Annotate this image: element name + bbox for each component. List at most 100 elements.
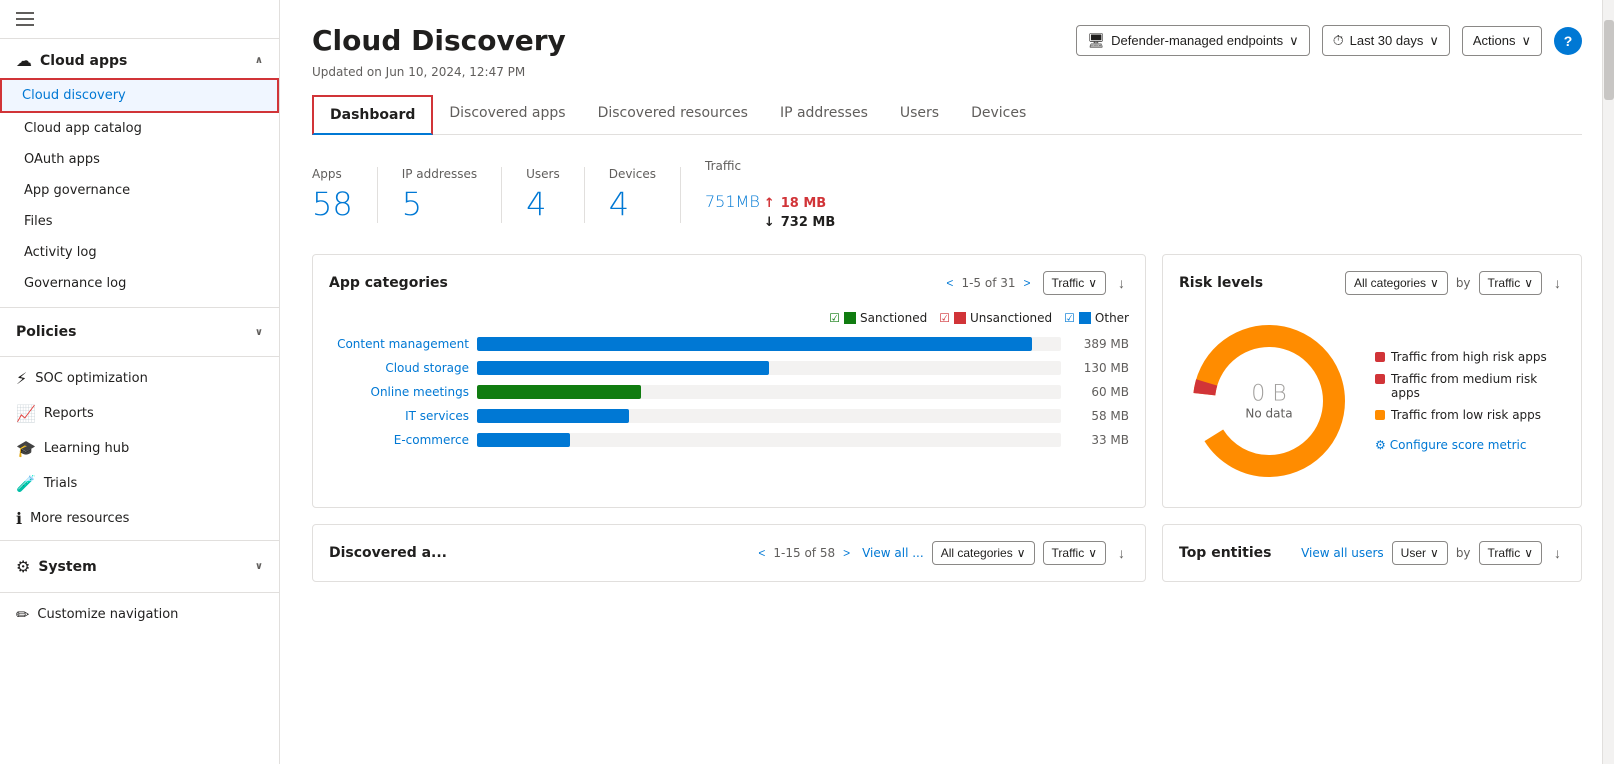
sidebar-item-customize-navigation[interactable]: ✏ Customize navigation [0, 597, 279, 640]
tab-ip-addresses[interactable]: IP addresses [764, 95, 884, 134]
soc-optimization-icon: ⚡ [16, 369, 27, 388]
risk-levels-by-filter[interactable]: Traffic ∨ [1479, 271, 1542, 295]
pagination-next-button[interactable]: > [1020, 274, 1035, 292]
bar-track-cloud-storage [477, 361, 1061, 375]
traffic-filter-chevron-icon: ∨ [1088, 276, 1097, 290]
right-scrollbar[interactable] [1602, 0, 1614, 764]
top-entities-download-button[interactable]: ↓ [1550, 541, 1565, 565]
sidebar-item-reports[interactable]: 📈 Reports [0, 396, 279, 431]
stat-devices-value: 4 [609, 185, 656, 223]
bar-label-it-services[interactable]: IT services [329, 409, 469, 423]
app-categories-download-button[interactable]: ↓ [1114, 271, 1129, 295]
learning-hub-icon: 🎓 [16, 439, 36, 458]
time-range-button[interactable]: ⏱ Last 30 days ∨ [1322, 25, 1450, 56]
trials-label: Trials [44, 476, 77, 491]
discovered-apps-view-all-link[interactable]: View all ... [862, 546, 924, 560]
discovered-apps-prev-button[interactable]: < [754, 544, 769, 562]
donut-center-value: 0 B [1245, 382, 1292, 407]
sidebar-item-governance-log[interactable]: Governance log [0, 268, 279, 299]
tab-discovered-apps[interactable]: Discovered apps [433, 95, 581, 134]
risk-levels-download-button[interactable]: ↓ [1550, 271, 1565, 295]
tab-discovered-resources[interactable]: Discovered resources [582, 95, 764, 134]
bar-row-cloud-storage: Cloud storage 130 MB [329, 361, 1129, 375]
stat-ip-addresses: IP addresses 5 [378, 167, 502, 223]
customize-nav-icon: ✏ [16, 605, 29, 624]
cloud-apps-label: Cloud apps [40, 53, 127, 69]
actions-button[interactable]: Actions ∨ [1462, 26, 1542, 56]
system-icon: ⚙ [16, 557, 30, 576]
sidebar-item-more-resources[interactable]: ℹ More resources [0, 501, 279, 536]
sidebar-section-cloud-apps: ☁ Cloud apps ∧ Cloud discovery Cloud app… [0, 39, 279, 303]
stat-traffic-value: 751MB [705, 177, 760, 215]
bar-label-ecommerce[interactable]: E-commerce [329, 433, 469, 447]
sidebar-section-header-cloud-apps[interactable]: ☁ Cloud apps ∧ [0, 43, 279, 78]
bar-value-it-services: 58 MB [1069, 409, 1129, 423]
discovered-apps-title: Discovered a... [329, 545, 447, 561]
bar-row-it-services: IT services 58 MB [329, 409, 1129, 423]
stat-devices: Devices 4 [585, 167, 681, 223]
reports-label: Reports [44, 406, 94, 421]
last-updated-timestamp: Updated on Jun 10, 2024, 12:47 PM [312, 65, 1582, 79]
help-button[interactable]: ? [1554, 27, 1582, 55]
bar-row-content-management: Content management 389 MB [329, 337, 1129, 351]
discovered-apps-category-filter[interactable]: All categories ∨ [932, 541, 1035, 565]
stat-apps-value: 58 [312, 185, 353, 223]
hamburger-menu[interactable] [16, 12, 34, 26]
trials-icon: 🧪 [16, 474, 36, 493]
time-chevron-icon: ∨ [1429, 33, 1439, 49]
sidebar-header [0, 0, 279, 39]
configure-score-link[interactable]: ⚙ Configure score metric [1375, 438, 1565, 452]
pagination-prev-button[interactable]: < [942, 274, 957, 292]
scrollbar-thumb[interactable] [1604, 20, 1614, 100]
sanctioned-checkbox-icon: ☑ [829, 311, 840, 325]
donut-chart: 0 B No data [1179, 311, 1359, 491]
discovered-apps-download-button[interactable]: ↓ [1114, 541, 1129, 565]
sidebar-section-header-policies[interactable]: Policies ∨ [0, 316, 279, 348]
top-entities-view-all-link[interactable]: View all users [1301, 546, 1384, 560]
sidebar: ☁ Cloud apps ∧ Cloud discovery Cloud app… [0, 0, 280, 764]
risk-levels-category-filter[interactable]: All categories ∨ [1345, 271, 1448, 295]
app-categories-traffic-filter[interactable]: Traffic ∨ [1043, 271, 1106, 295]
sidebar-item-soc-optimization[interactable]: ⚡ SOC optimization [0, 361, 279, 396]
bar-label-cloud-storage[interactable]: Cloud storage [329, 361, 469, 375]
top-entities-title: Top entities [1179, 545, 1271, 561]
endpoint-selector-button[interactable]: 🖥 Defender-managed endpoints ∨ [1076, 25, 1309, 56]
stats-row: Apps 58 IP addresses 5 Users 4 Devices 4… [312, 159, 1582, 230]
bar-fill-online-meetings [477, 385, 641, 399]
risk-levels-title: Risk levels [1179, 275, 1263, 291]
cloud-apps-icon: ☁ [16, 51, 32, 70]
donut-container: 0 B No data Traffic from high risk apps … [1179, 311, 1565, 491]
sidebar-item-cloud-discovery[interactable]: Cloud discovery [0, 78, 279, 113]
sidebar-item-oauth-apps[interactable]: OAuth apps [0, 144, 279, 175]
sidebar-item-activity-log[interactable]: Activity log [0, 237, 279, 268]
app-categories-bar-chart: Content management 389 MB Cloud storage … [329, 337, 1129, 447]
discovered-apps-next-button[interactable]: > [839, 544, 854, 562]
sidebar-section-policies: Policies ∨ [0, 312, 279, 352]
page-title: Cloud Discovery [312, 24, 566, 57]
bar-label-online-meetings[interactable]: Online meetings [329, 385, 469, 399]
sidebar-main-items: ⚡ SOC optimization 📈 Reports 🎓 Learning … [0, 361, 279, 536]
sidebar-item-app-governance[interactable]: App governance [0, 175, 279, 206]
app-categories-header: App categories < 1-5 of 31 > Traffic ∨ ↓ [329, 271, 1129, 295]
main-content-area: Cloud Discovery 🖥 Defender-managed endpo… [280, 0, 1614, 764]
legend-low-risk: Traffic from low risk apps [1375, 408, 1565, 422]
sidebar-item-files[interactable]: Files [0, 206, 279, 237]
tab-dashboard[interactable]: Dashboard [312, 95, 433, 135]
discovered-apps-traffic-filter[interactable]: Traffic ∨ [1043, 541, 1106, 565]
sidebar-item-cloud-app-catalog[interactable]: Cloud app catalog [0, 113, 279, 144]
bar-label-content-management[interactable]: Content management [329, 337, 469, 351]
tab-devices[interactable]: Devices [955, 95, 1042, 134]
donut-center: 0 B No data [1245, 382, 1292, 421]
bar-track-it-services [477, 409, 1061, 423]
sidebar-item-learning-hub[interactable]: 🎓 Learning hub [0, 431, 279, 466]
legend-unsanctioned: ☑ Unsanctioned [939, 311, 1052, 325]
sidebar-item-trials[interactable]: 🧪 Trials [0, 466, 279, 501]
tab-users[interactable]: Users [884, 95, 955, 134]
top-entities-user-filter[interactable]: User ∨ [1392, 541, 1448, 565]
bar-fill-it-services [477, 409, 629, 423]
risk-levels-header: Risk levels All categories ∨ by Traffic … [1179, 271, 1565, 295]
sidebar-section-header-system[interactable]: ⚙ System ∨ [0, 549, 279, 584]
top-entities-traffic-filter[interactable]: Traffic ∨ [1479, 541, 1542, 565]
top-entities-header: Top entities View all users User ∨ by Tr… [1179, 541, 1565, 565]
discovered-apps-controls: < 1-15 of 58 > View all ... All categori… [754, 541, 1129, 565]
